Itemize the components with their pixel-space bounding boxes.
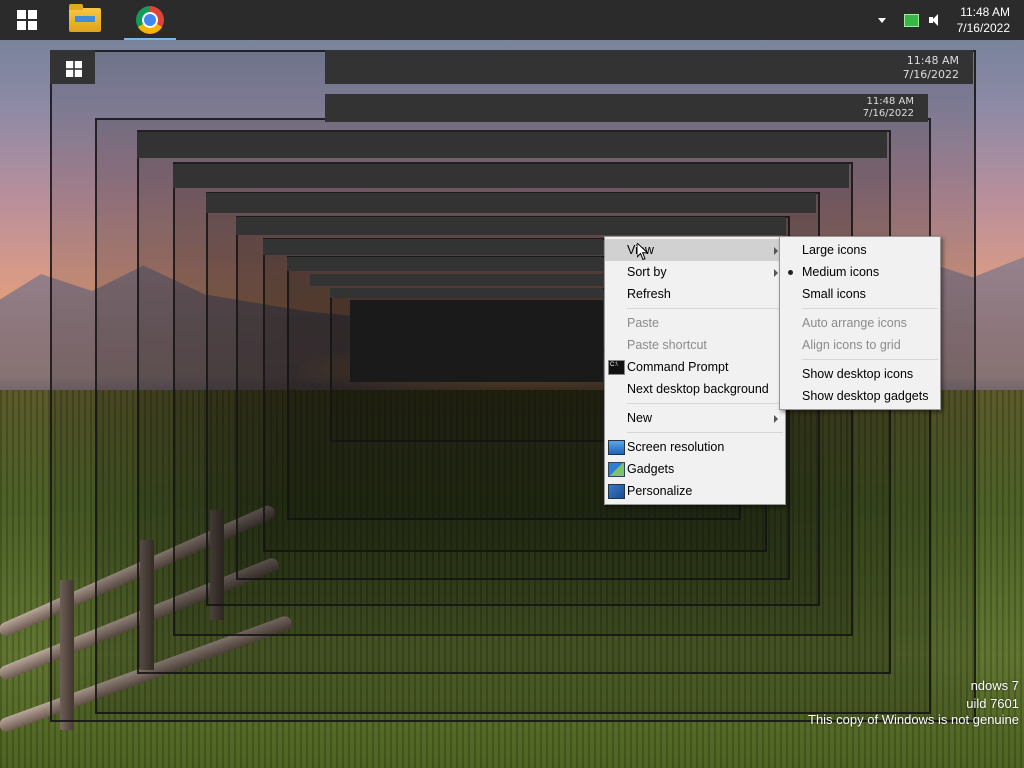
menu-separator — [627, 308, 783, 309]
gadgets-icon — [608, 462, 625, 477]
submenu-item-align-icons-to-grid[interactable]: Align icons to grid — [780, 334, 940, 356]
watermark-line-3: This copy of Windows is not genuine — [808, 712, 1019, 727]
mini-taskbar — [206, 193, 816, 213]
clock-date: 7/16/2022 — [956, 21, 1010, 35]
network-icon[interactable] — [903, 13, 919, 27]
mini-taskbar — [263, 239, 603, 255]
mini-taskbar — [330, 288, 603, 298]
mini-taskbar — [236, 217, 786, 235]
watermark-line-1: ndows 7 — [970, 678, 1019, 693]
system-tray: 11:48 AM 7/16/2022 — [877, 0, 1010, 40]
menu-item-paste-shortcut[interactable]: Paste shortcut — [605, 334, 785, 356]
menu-item-gadgets[interactable]: Gadgets — [605, 458, 785, 480]
mini-taskbar — [310, 274, 603, 286]
mini-clock-date: 7/16/2022 — [902, 68, 959, 81]
show-hidden-icons-icon[interactable] — [877, 17, 886, 23]
submenu-item-medium-icons[interactable]: Medium icons — [780, 261, 940, 283]
menu-item-refresh[interactable]: Refresh — [605, 283, 785, 305]
menu-separator — [627, 403, 783, 404]
command-prompt-icon — [608, 360, 625, 375]
start-button[interactable] — [2, 0, 52, 40]
taskbar: 11:48 AM 7/16/2022 — [0, 0, 1024, 40]
menu-item-paste[interactable]: Paste — [605, 312, 785, 334]
submenu-item-small-icons[interactable]: Small icons — [780, 283, 940, 305]
chevron-right-icon — [774, 247, 778, 255]
view-submenu: Large icons Medium icons Small icons Aut… — [779, 236, 941, 410]
file-explorer-button[interactable] — [60, 0, 110, 40]
mini-taskbar — [173, 164, 849, 188]
menu-item-next-desktop-background[interactable]: Next desktop background — [605, 378, 785, 400]
windows-icon — [66, 61, 82, 77]
clock-time: 11:48 AM — [960, 5, 1010, 19]
desktop-context-menu: View Sort by Refresh Paste Paste shortcu… — [604, 236, 786, 505]
personalize-icon — [608, 484, 625, 499]
mini-taskbar: 11:48 AM 7/16/2022 — [325, 50, 973, 84]
folder-icon — [69, 4, 101, 32]
screen-resolution-icon — [608, 440, 625, 455]
tunnel-core — [350, 300, 603, 382]
mini-taskbar — [287, 257, 603, 271]
submenu-item-auto-arrange-icons[interactable]: Auto arrange icons — [780, 312, 940, 334]
chevron-right-icon — [774, 269, 778, 277]
menu-separator — [627, 432, 783, 433]
watermark-line-2: uild 7601 — [966, 696, 1019, 711]
windows-icon — [17, 10, 37, 30]
volume-icon[interactable] — [928, 13, 945, 27]
menu-separator — [802, 359, 938, 360]
mini-clock-date: 7/16/2022 — [862, 108, 914, 119]
mini-taskbar — [137, 132, 887, 158]
mini-taskbar: 11:48 AM 7/16/2022 — [325, 94, 928, 122]
submenu-item-large-icons[interactable]: Large icons — [780, 239, 940, 261]
menu-item-sort-by[interactable]: Sort by — [605, 261, 785, 283]
menu-item-view[interactable]: View — [605, 239, 785, 261]
submenu-item-show-desktop-icons[interactable]: Show desktop icons — [780, 363, 940, 385]
chrome-icon — [136, 6, 164, 34]
chevron-right-icon — [774, 415, 778, 423]
clock[interactable]: 11:48 AM 7/16/2022 — [957, 4, 1010, 36]
menu-item-command-prompt[interactable]: Command Prompt — [605, 356, 785, 378]
menu-separator — [802, 308, 938, 309]
mini-clock-time: 11:48 AM — [866, 96, 914, 107]
menu-item-new[interactable]: New — [605, 407, 785, 429]
chrome-button[interactable] — [122, 0, 178, 40]
submenu-item-show-desktop-gadgets[interactable]: Show desktop gadgets — [780, 385, 940, 407]
mini-clock-time: 11:48 AM — [906, 54, 959, 67]
mini-taskbar — [50, 50, 95, 84]
selected-bullet-icon — [788, 270, 793, 275]
menu-item-screen-resolution[interactable]: Screen resolution — [605, 436, 785, 458]
mouse-pointer-icon — [637, 243, 649, 261]
menu-item-personalize[interactable]: Personalize — [605, 480, 785, 502]
